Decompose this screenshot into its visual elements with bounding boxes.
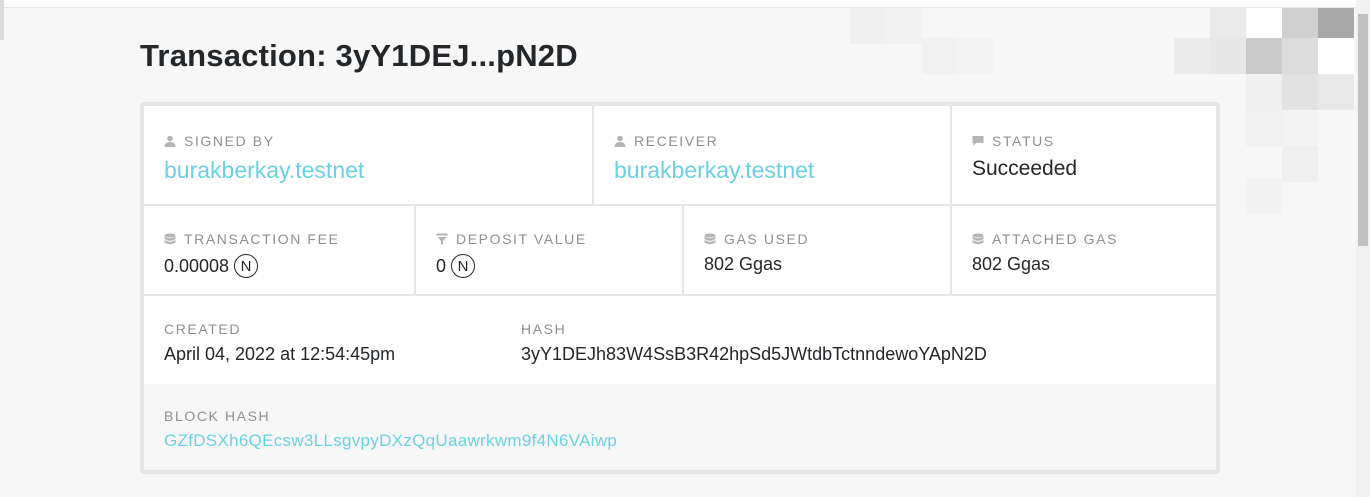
- attached-gas-value: 802 Ggas: [972, 254, 1051, 274]
- gas-used-label: GAS USED: [724, 231, 810, 247]
- user-icon: [164, 135, 176, 147]
- hash-cell: HASH 3yY1DEJh83W4SsB3R42hpSd5JWtdbTctnnd…: [501, 296, 1216, 384]
- filter-icon: [436, 233, 448, 245]
- near-token-icon: N: [451, 254, 476, 278]
- hash-value: 3yY1DEJh83W4SsB3R42hpSd5JWtdbTctnndewoYA…: [521, 344, 987, 364]
- created-cell: CREATED April 04, 2022 at 12:54:45pm: [144, 296, 501, 384]
- receiver-link[interactable]: burakberkay.testnet: [614, 157, 950, 184]
- status-label-row: STATUS: [972, 132, 1216, 150]
- transaction-details-card: SIGNED BY burakberkay.testnet RECEIVER b…: [140, 102, 1220, 474]
- left-edge: [0, 0, 4, 40]
- created-value: April 04, 2022 at 12:54:45pm: [164, 344, 396, 364]
- transaction-fee-value: 0.00008: [164, 255, 230, 276]
- attached-gas-cell: ATTACHED GAS 802 Ggas: [950, 206, 1216, 294]
- status-label: STATUS: [992, 133, 1055, 149]
- block-hash-label: BLOCK HASH: [164, 408, 271, 424]
- deposit-value-cell: DEPOSIT VALUE 0 N: [414, 206, 682, 294]
- signed-by-link[interactable]: burakberkay.testnet: [164, 157, 592, 184]
- gas-used-cell: GAS USED 802 Ggas: [682, 206, 950, 294]
- gas-used-label-row: GAS USED: [704, 230, 950, 248]
- hash-label: HASH: [521, 321, 567, 337]
- database-icon: [972, 233, 984, 245]
- deposit-value-value-row: 0 N: [436, 254, 682, 278]
- user-icon: [614, 135, 626, 147]
- row-created-hash: CREATED April 04, 2022 at 12:54:45pm HAS…: [144, 296, 1216, 384]
- comment-icon: [972, 135, 984, 147]
- status-value: Succeeded: [972, 157, 1078, 180]
- status-cell: STATUS Succeeded: [950, 106, 1216, 204]
- deposit-value-label-row: DEPOSIT VALUE: [436, 230, 682, 248]
- signed-by-label-row: SIGNED BY: [164, 132, 592, 150]
- created-label: CREATED: [164, 321, 242, 337]
- gas-used-value: 802 Ggas: [704, 254, 783, 274]
- page-title: Transaction: 3yY1DEJ...pN2D: [140, 38, 578, 73]
- receiver-label-row: RECEIVER: [614, 132, 950, 150]
- transaction-fee-value-row: 0.00008 N: [164, 254, 414, 278]
- transaction-fee-label: TRANSACTION FEE: [184, 231, 340, 247]
- block-hash-link[interactable]: GZfDSXh6QEcsw3LLsgvpyDXzQqUaawrkwm9f4N6V…: [164, 431, 1216, 451]
- top-strip: [0, 0, 1356, 8]
- receiver-label: RECEIVER: [634, 133, 719, 149]
- receiver-cell: RECEIVER burakberkay.testnet: [592, 106, 950, 204]
- deposit-value-value: 0: [436, 255, 447, 276]
- signed-by-label: SIGNED BY: [184, 133, 275, 149]
- signed-by-cell: SIGNED BY burakberkay.testnet: [144, 106, 592, 204]
- database-icon: [704, 233, 716, 245]
- row-block-hash: BLOCK HASH GZfDSXh6QEcsw3LLsgvpyDXzQqUaa…: [144, 384, 1216, 470]
- database-icon: [164, 233, 176, 245]
- row-fees: TRANSACTION FEE 0.00008 N DEPOSIT VALUE …: [144, 206, 1216, 296]
- vertical-scrollbar[interactable]: [1356, 0, 1370, 497]
- attached-gas-label-row: ATTACHED GAS: [972, 230, 1216, 248]
- row-parties: SIGNED BY burakberkay.testnet RECEIVER b…: [144, 106, 1216, 206]
- block-hash-cell: BLOCK HASH GZfDSXh6QEcsw3LLsgvpyDXzQqUaa…: [144, 384, 1216, 470]
- transaction-fee-label-row: TRANSACTION FEE: [164, 230, 414, 248]
- attached-gas-label: ATTACHED GAS: [992, 231, 1119, 247]
- deposit-value-label: DEPOSIT VALUE: [456, 231, 587, 247]
- scrollbar-thumb[interactable]: [1358, 14, 1368, 246]
- near-token-icon: N: [234, 254, 259, 278]
- transaction-fee-cell: TRANSACTION FEE 0.00008 N: [144, 206, 414, 294]
